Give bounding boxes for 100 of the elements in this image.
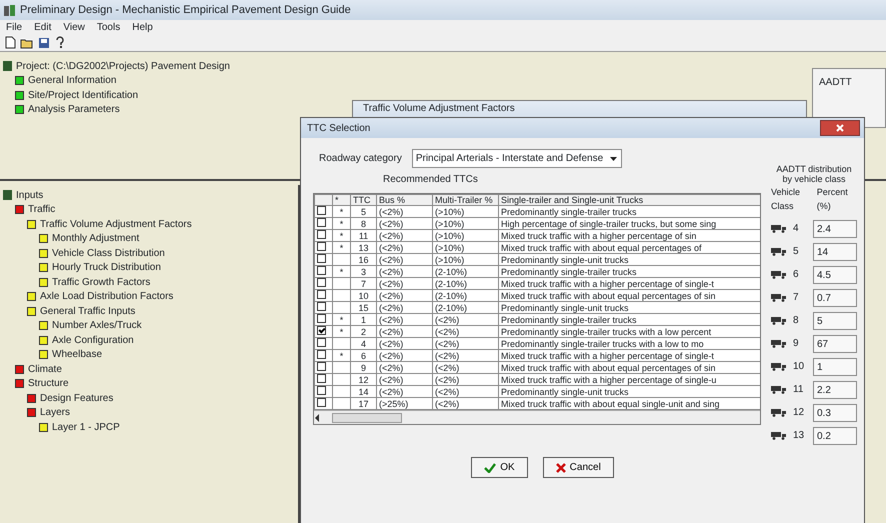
class-label: 13 [793, 429, 806, 443]
menu-item[interactable]: File [6, 20, 22, 34]
tree-item[interactable]: Layers [40, 405, 70, 420]
row-checkbox[interactable] [317, 362, 326, 372]
percent-field[interactable]: 4.5 [813, 266, 857, 284]
truck-icon [771, 316, 787, 325]
table-cell: (<2%) [376, 326, 432, 338]
category-dropdown[interactable]: Principal Arterials - Interstate and Defense [412, 148, 622, 168]
table-cell: (<2%) [376, 230, 432, 242]
row-checkbox[interactable] [317, 278, 326, 288]
class-label: 11 [793, 383, 804, 397]
tree-item[interactable]: Wheelbase [52, 347, 102, 362]
column-header[interactable]: TTC [350, 194, 376, 206]
truck-icon [771, 224, 787, 233]
table-cell: Predominantly single-unit trucks [498, 386, 760, 398]
ok-button[interactable]: OK [471, 457, 528, 478]
truck-icon [771, 247, 787, 256]
row-checkbox[interactable] [317, 338, 326, 348]
percent-field[interactable]: 0.3 [813, 404, 857, 422]
row-checkbox[interactable] [317, 302, 326, 312]
percent-field[interactable]: 0.7 [813, 288, 857, 306]
column-header[interactable]: Multi-Trailer % [432, 194, 498, 206]
tree-item[interactable]: Traffic [28, 202, 56, 218]
percent-field[interactable]: 1 [813, 358, 857, 376]
table-cell: (<2%) [432, 314, 498, 326]
menu-item[interactable]: Edit [34, 20, 52, 34]
tree-item[interactable]: Inputs [16, 188, 44, 203]
percent-field[interactable]: 14 [813, 242, 857, 260]
table-cell: 7 [350, 278, 376, 290]
tree-item[interactable]: Layer 1 - JPCP [52, 420, 120, 435]
column-header[interactable]: Bus % [376, 194, 432, 206]
table-cell: 4 [350, 338, 376, 350]
row-checkbox[interactable] [317, 254, 326, 264]
save-icon[interactable] [38, 36, 50, 48]
table-cell: Predominantly single-trailer trucks [498, 206, 760, 218]
tree-item[interactable]: General Information [28, 73, 116, 88]
table-cell: (>10%) [432, 218, 498, 230]
tree-item[interactable]: Project: (C:\DG2002\Projects) Pavement Design [16, 58, 230, 74]
filter-label: Recommended TTCs [383, 174, 478, 185]
tree-item[interactable]: Hourly Truck Distribution [52, 260, 161, 276]
table-cell: (2-10%) [432, 266, 498, 278]
row-checkbox[interactable] [317, 350, 326, 360]
row-checkbox[interactable] [317, 386, 326, 396]
column-header[interactable]: * [332, 194, 350, 206]
tree-item[interactable]: Axle Load Distribution Factors [40, 289, 174, 304]
table-cell: Mixed truck traffic with about equal percentages of sin [498, 362, 760, 374]
tree-item[interactable]: General Traffic Inputs [40, 304, 136, 319]
percent-field[interactable]: 67 [813, 334, 857, 352]
row-checkbox[interactable] [317, 266, 326, 276]
table-cell: Predominantly single-trailer trucks with a low percent [498, 326, 760, 338]
checkmark-icon [484, 462, 496, 472]
tree-item[interactable]: Traffic Volume Adjustment Factors [40, 216, 192, 232]
column-header[interactable]: Single-trailer and Single-unit Trucks [498, 194, 760, 206]
percent-field[interactable]: 2.4 [813, 220, 857, 238]
row-checkbox[interactable] [317, 218, 326, 228]
new-file-icon[interactable] [4, 36, 16, 49]
scroll-thumb[interactable] [332, 412, 402, 423]
tree-item[interactable]: Axle Configuration [52, 332, 134, 348]
truck-icon [771, 293, 787, 302]
class-label: 7 [793, 291, 800, 305]
row-checkbox[interactable] [317, 206, 326, 216]
cancel-button[interactable]: Cancel [542, 457, 614, 478]
tree-item[interactable]: Number Axles/Truck [52, 318, 142, 334]
tree-item[interactable]: Monthly Adjustment [52, 231, 140, 246]
row-checkbox[interactable] [317, 374, 326, 384]
percent-field[interactable]: 2.2 [813, 380, 857, 398]
scroll-left-icon[interactable] [314, 414, 320, 422]
row-checkbox[interactable] [317, 242, 326, 252]
row-checkbox[interactable] [317, 398, 326, 408]
tree-item[interactable]: Climate [28, 362, 62, 377]
tree-item[interactable]: Site/Project Identification [28, 88, 138, 103]
tree-item[interactable]: Design Features [40, 390, 114, 406]
percent-field[interactable]: 0.2 [813, 426, 857, 444]
close-button[interactable] [820, 120, 860, 136]
row-checkbox[interactable] [317, 314, 326, 324]
menu-item[interactable]: Tools [96, 20, 120, 34]
row-checkbox[interactable] [317, 230, 326, 240]
table-cell: (2-10%) [432, 278, 498, 290]
table-cell: Predominantly single-unit trucks [498, 254, 760, 266]
percent-field[interactable]: 5 [813, 312, 857, 330]
truck-icon [771, 408, 787, 417]
tree-item[interactable]: Analysis Parameters [28, 102, 120, 118]
horizontal-scrollbar[interactable] [314, 410, 760, 424]
tree-item[interactable]: Vehicle Class Distribution [52, 246, 165, 261]
table-cell: (<2%) [376, 302, 432, 314]
menu-item[interactable]: View [63, 20, 85, 34]
table-cell: 5 [350, 206, 376, 218]
row-checkbox[interactable] [317, 326, 326, 336]
table-cell: 11 [350, 230, 376, 242]
table-cell: (<2%) [376, 290, 432, 302]
tree-item[interactable]: Structure [28, 376, 69, 392]
table-cell: 16 [350, 254, 376, 266]
open-folder-icon[interactable] [20, 36, 34, 48]
table-cell: (<2%) [376, 278, 432, 290]
row-checkbox[interactable] [317, 290, 326, 300]
truck-icon [771, 362, 787, 371]
table-cell: (<2%) [376, 386, 432, 398]
menu-item[interactable]: Help [132, 20, 153, 34]
table-cell: * [332, 242, 350, 254]
tree-item[interactable]: Traffic Growth Factors [52, 274, 150, 290]
